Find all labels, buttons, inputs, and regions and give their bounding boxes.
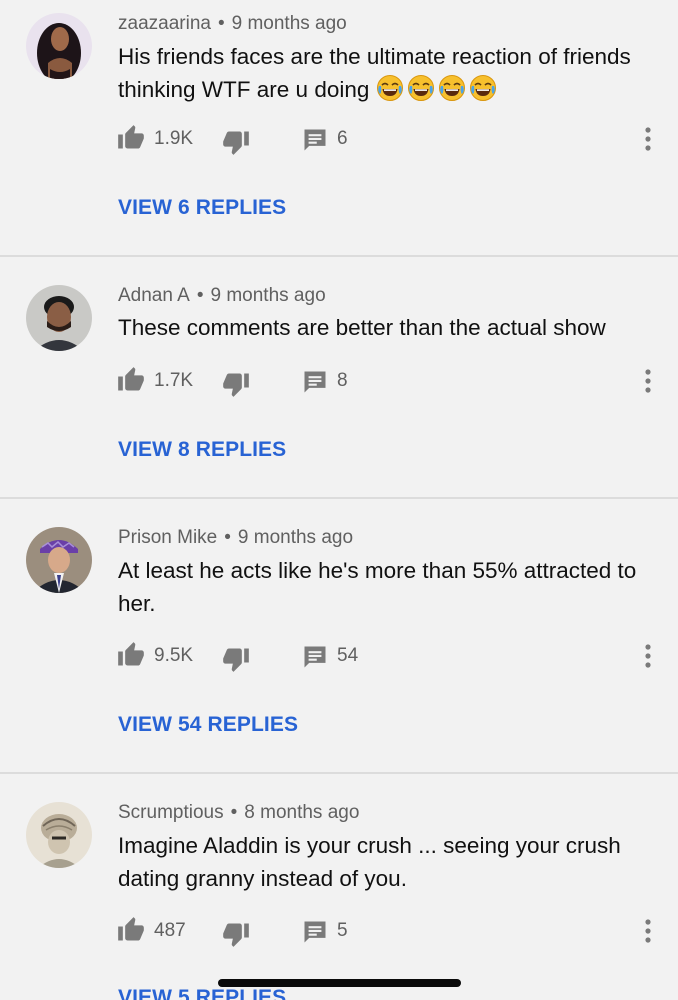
more-vert-icon[interactable] [638,368,658,394]
reply-count: 6 [337,128,348,149]
more-vert-icon[interactable] [638,126,658,152]
author-name[interactable]: zaazaarina [118,13,211,34]
comment-icon[interactable] [301,126,329,154]
divider [0,497,678,499]
view-replies-button[interactable]: VIEW 54 REPLIES [118,713,298,737]
comment-time: 9 months ago [237,527,354,548]
comment-feed: zaazaarina • 9 months ago His friends face… [0,0,678,1000]
face-with-tears-of-joy-icon [376,74,404,102]
home-indicator[interactable] [218,979,461,987]
more-vert-icon[interactable] [638,918,658,944]
face-with-tears-of-joy-icon [407,74,435,102]
comment-icon[interactable] [301,368,329,396]
comment-actions: 487 5 [0,916,678,946]
author-name[interactable]: Adnan A [118,285,190,306]
thumbs-down-icon[interactable] [222,128,250,156]
divider [0,255,678,257]
author-name[interactable]: Scrumptious [118,802,224,823]
thumbs-up-icon[interactable] [117,916,145,944]
comment-body: His friends faces are the ultimate react… [118,44,631,102]
view-replies-button[interactable]: VIEW 8 REPLIES [118,438,286,462]
comment-time: 9 months ago [210,285,326,306]
comment-meta: zaazaarina • 9 months ago [118,13,347,35]
avatar[interactable] [26,802,92,868]
avatar[interactable] [26,285,92,351]
thumbs-down-icon[interactable] [222,920,250,948]
comment-meta: Prison Mike • 9 months ago [118,527,353,549]
thumbs-up-icon[interactable] [117,641,145,669]
comment-text: At least he acts like he's more than 55%… [118,558,637,616]
reply-count: 5 [337,920,348,941]
like-count: 1.7K [154,370,194,391]
comment-icon[interactable] [301,643,329,671]
emoji-group [376,77,500,102]
avatar[interactable] [26,527,92,593]
view-replies-button[interactable]: VIEW 5 REPLIES [118,986,286,1000]
comment-time: 9 months ago [231,13,347,34]
thumbs-up-icon[interactable] [117,124,145,152]
comment-icon[interactable] [301,918,329,946]
comment-text: Imagine Aladdin is your crush ... seeing… [118,833,621,891]
thumbs-down-icon[interactable] [222,370,250,398]
meta-separator: • [217,13,225,34]
meta-separator: • [196,285,204,306]
divider [0,772,678,774]
reply-count: 54 [337,645,359,666]
comment-text: His friends faces are the ultimate react… [118,40,658,106]
view-replies-button[interactable]: VIEW 6 REPLIES [118,196,286,220]
meta-separator: • [224,527,231,548]
comment-meta: Scrumptious • 8 months ago [118,802,359,824]
comment-meta: Adnan A • 9 months ago [118,285,326,307]
comment-actions: 9.5K 54 [0,641,678,671]
face-with-tears-of-joy-icon [438,74,466,102]
comment-actions: 1.9K 6 [0,124,678,154]
meta-separator: • [230,802,238,823]
like-count: 1.9K [154,128,194,149]
reply-count: 8 [337,370,348,391]
like-count: 487 [154,920,186,941]
like-count: 9.5K [154,645,194,666]
more-vert-icon[interactable] [638,643,658,669]
face-with-tears-of-joy-icon [469,74,497,102]
avatar[interactable] [26,13,92,79]
comment-text: These comments are better than the actua… [118,315,606,340]
thumbs-up-icon[interactable] [117,366,145,394]
thumbs-down-icon[interactable] [222,645,250,673]
comment-actions: 1.7K 8 [0,366,678,396]
comment-time: 8 months ago [244,802,360,823]
author-name[interactable]: Prison Mike [118,527,217,548]
